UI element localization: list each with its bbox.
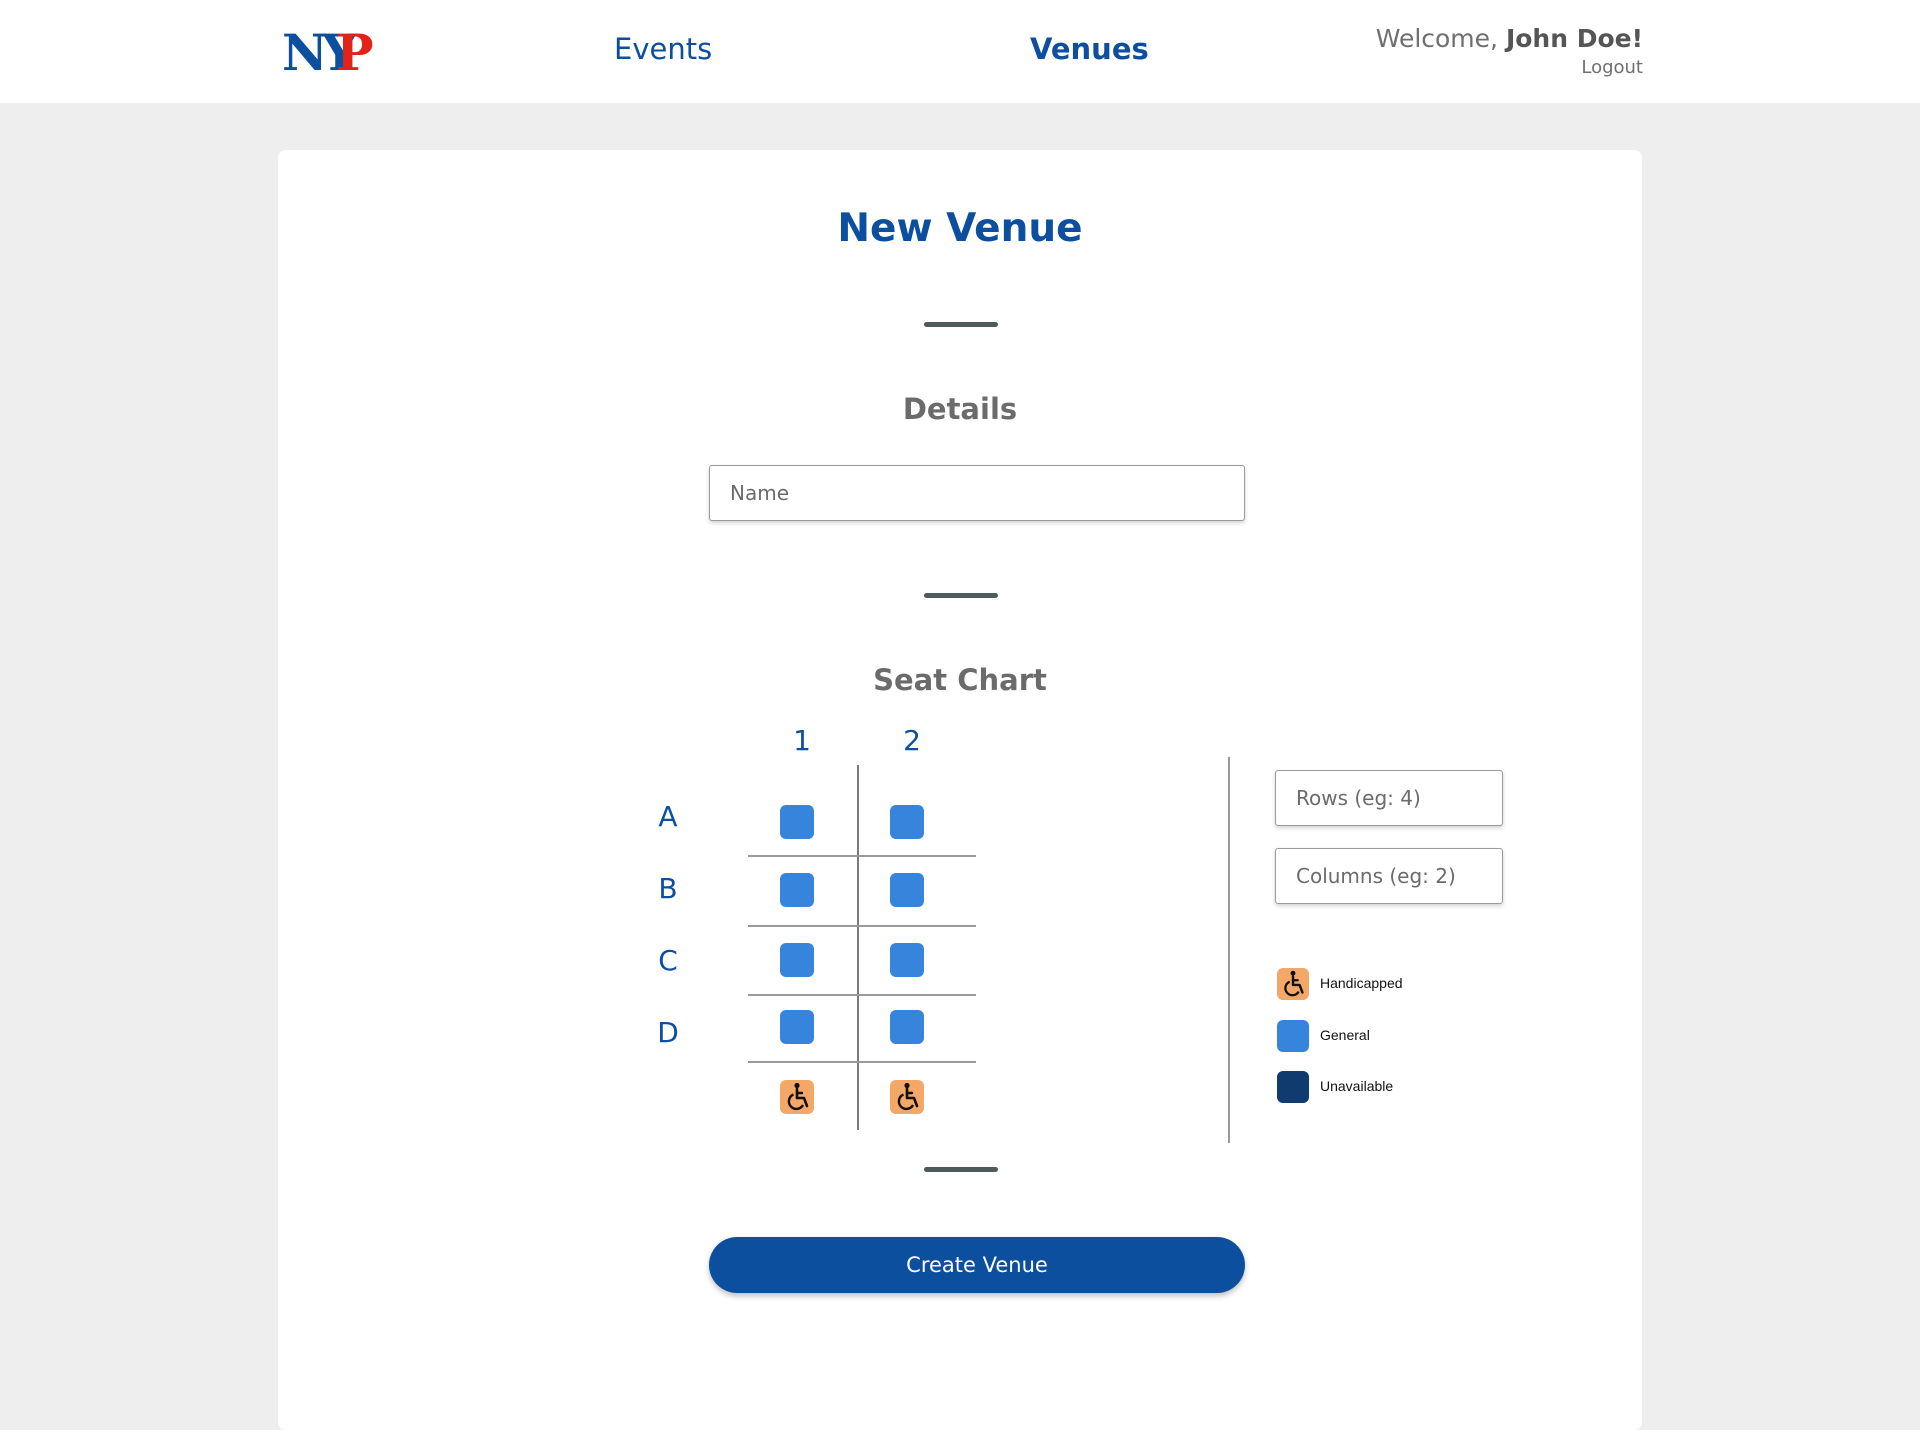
seat-general[interactable] xyxy=(890,943,924,977)
seat-handicapped[interactable] xyxy=(890,1080,924,1114)
seat-general[interactable] xyxy=(890,1010,924,1044)
row-divider xyxy=(748,994,976,996)
details-title: Details xyxy=(902,392,1018,426)
logout-link[interactable]: Logout xyxy=(1376,57,1643,78)
seat-chart-title: Seat Chart xyxy=(873,663,1047,697)
row-label: B xyxy=(658,872,678,905)
page-title: New Venue xyxy=(837,206,1083,251)
legend-label: General xyxy=(1320,1027,1370,1043)
user-name: John Doe! xyxy=(1505,24,1643,53)
top-navigation-bar: NY P Events Venues Welcome, John Doe! Lo… xyxy=(0,0,1920,103)
column-label: 2 xyxy=(903,724,921,757)
column-label: 1 xyxy=(793,724,811,757)
rows-input[interactable] xyxy=(1275,770,1503,826)
row-label: A xyxy=(658,800,678,833)
section-divider xyxy=(924,1167,998,1172)
row-divider xyxy=(748,1061,976,1063)
row-divider xyxy=(748,855,976,857)
seat-general[interactable] xyxy=(890,805,924,839)
chart-separator xyxy=(1228,757,1230,1143)
legend-swatch-unavailable xyxy=(1277,1071,1309,1103)
new-venue-card: New Venue Details Seat Chart 1 2 A B C D xyxy=(278,150,1642,1430)
legend-swatch-general xyxy=(1277,1020,1309,1052)
welcome-prefix: Welcome, xyxy=(1375,24,1506,53)
seat-general[interactable] xyxy=(780,805,814,839)
columns-input[interactable] xyxy=(1275,848,1503,904)
row-label: C xyxy=(658,944,678,977)
legend-label: Unavailable xyxy=(1320,1078,1394,1094)
seat-general[interactable] xyxy=(780,873,814,907)
svg-text:P: P xyxy=(336,26,374,78)
welcome-text: Welcome, John Doe! xyxy=(1376,24,1643,53)
column-divider xyxy=(857,765,859,1130)
nyp-logo[interactable]: NY P xyxy=(282,26,378,78)
seat-general[interactable] xyxy=(780,1010,814,1044)
legend-swatch-handicapped xyxy=(1277,968,1309,1000)
wheelchair-icon xyxy=(787,1082,809,1111)
create-venue-button[interactable]: Create Venue xyxy=(709,1237,1245,1293)
wheelchair-icon xyxy=(1284,970,1304,997)
venue-name-input[interactable] xyxy=(709,465,1245,521)
row-label: D xyxy=(657,1016,679,1049)
nav-venues-link[interactable]: Venues xyxy=(1030,32,1149,66)
nav-events-link[interactable]: Events xyxy=(614,32,712,66)
seat-general[interactable] xyxy=(780,943,814,977)
row-divider xyxy=(748,925,976,927)
user-box: Welcome, John Doe! Logout xyxy=(1376,24,1643,78)
seat-general[interactable] xyxy=(890,873,924,907)
wheelchair-icon xyxy=(897,1082,919,1111)
section-divider xyxy=(924,322,998,327)
section-divider xyxy=(924,593,998,598)
legend-label: Handicapped xyxy=(1320,975,1403,991)
seat-handicapped[interactable] xyxy=(780,1080,814,1114)
